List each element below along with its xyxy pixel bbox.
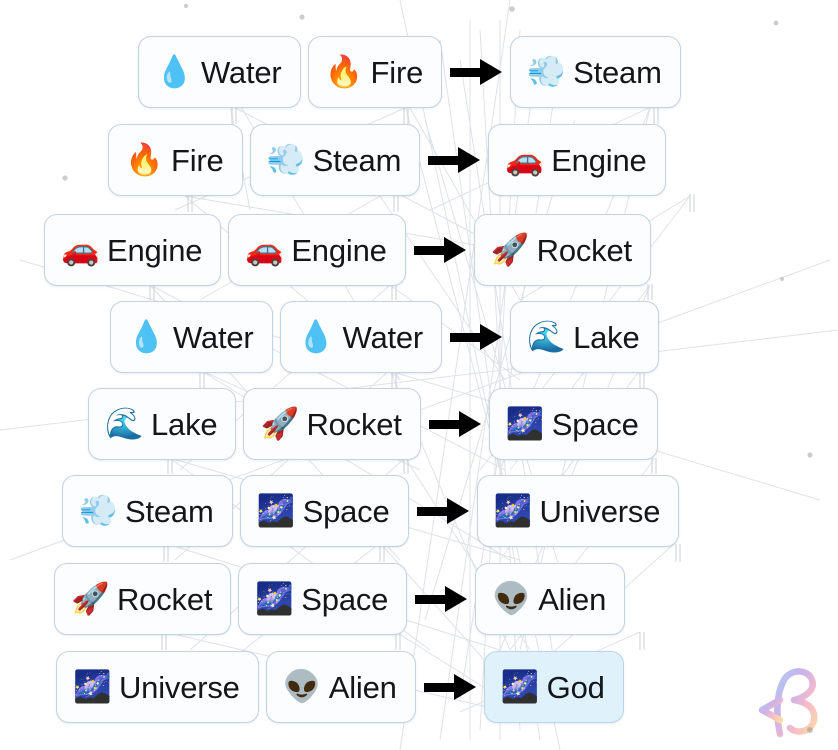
card-label: Space xyxy=(301,581,389,617)
ingredient-card[interactable]: 🚀 Rocket xyxy=(54,563,232,635)
yields-arrow xyxy=(406,237,474,263)
yields-arrow xyxy=(409,498,477,524)
result-card[interactable]: 🌊 Lake xyxy=(510,301,659,373)
alien-head-icon: 👽 xyxy=(492,580,531,617)
ingredient-card[interactable]: 🚗 Engine xyxy=(44,214,222,286)
arrow-right-icon xyxy=(450,59,503,85)
ingredient-card[interactable]: 💨 Steam xyxy=(62,475,233,547)
car-engine-icon: 🚗 xyxy=(245,231,284,268)
card-label: Engine xyxy=(291,232,387,268)
recipe-row: 🔥 Fire 💨 Steam 🚗 Engine xyxy=(108,122,666,198)
galaxy-space-icon: 🌌 xyxy=(500,668,540,705)
ingredient-card[interactable]: 🌌 Space xyxy=(238,563,408,635)
card-label: Lake xyxy=(151,406,218,442)
rocket-icon: 🚀 xyxy=(490,231,530,268)
wave-lake-icon: 🌊 xyxy=(527,318,566,355)
ingredient-card[interactable]: 💧 Water xyxy=(279,301,443,373)
galaxy-space-icon: 🌌 xyxy=(256,492,296,529)
card-label: Fire xyxy=(171,142,224,178)
card-label: Alien xyxy=(538,581,607,617)
ingredient-card[interactable]: 🚀 Rocket xyxy=(243,388,421,460)
recipe-row: 💧 Water 🔥 Fire 💨 Steam xyxy=(138,34,681,110)
card-label: God xyxy=(546,669,605,705)
result-card[interactable]: 💨 Steam xyxy=(510,36,681,108)
arrow-right-icon xyxy=(423,674,476,700)
water-drop-icon: 💧 xyxy=(155,53,194,90)
result-card[interactable]: 🚀 Rocket xyxy=(473,214,651,286)
recipe-row: 💨 Steam 🌌 Space 🌌 Universe xyxy=(62,473,680,549)
card-label: Water xyxy=(173,319,254,355)
steam-puff-icon: 💨 xyxy=(266,141,306,178)
wave-lake-icon: 🌊 xyxy=(105,405,144,442)
yields-arrow xyxy=(416,674,484,700)
alien-head-icon: 👽 xyxy=(282,668,322,705)
car-engine-icon: 🚗 xyxy=(505,141,544,178)
fire-icon: 🔥 xyxy=(324,53,364,90)
galaxy-space-icon: 🌌 xyxy=(505,405,545,442)
ingredient-card[interactable]: 💨 Steam xyxy=(249,124,421,196)
ingredient-card[interactable]: 💧 Water xyxy=(110,301,273,373)
arrow-right-icon xyxy=(428,411,481,437)
card-label: Engine xyxy=(107,232,203,268)
card-label: Universe xyxy=(119,669,240,705)
yields-arrow xyxy=(407,586,475,612)
card-label: Fire xyxy=(370,54,424,90)
ingredient-card[interactable]: 🔥 Fire xyxy=(108,124,243,196)
card-label: Steam xyxy=(125,493,214,529)
ingredient-card[interactable]: 💧 Water xyxy=(138,36,301,108)
card-label: Universe xyxy=(539,493,661,529)
galaxy-space-icon: 🌌 xyxy=(255,580,294,617)
card-label: Alien xyxy=(328,669,397,705)
card-label: Engine xyxy=(551,142,647,178)
ingredient-card[interactable]: 🌌 Universe xyxy=(56,651,259,723)
yields-arrow xyxy=(442,59,510,85)
yields-arrow xyxy=(421,411,489,437)
car-engine-icon: 🚗 xyxy=(61,231,100,268)
ingredient-card[interactable]: 🌊 Lake xyxy=(88,388,237,460)
pastel-b-logo xyxy=(758,668,818,738)
arrow-right-icon xyxy=(450,324,503,350)
card-label: Steam xyxy=(573,54,662,90)
recipe-row: 🌌 Universe 👽 Alien 🌌 God xyxy=(56,649,624,725)
result-card[interactable]: 🚗 Engine xyxy=(488,124,666,196)
card-label: Rocket xyxy=(306,406,402,442)
result-card[interactable]: 🌌 Universe xyxy=(476,475,680,547)
card-label: Space xyxy=(551,406,639,442)
card-label: Rocket xyxy=(117,581,213,617)
recipe-row: 🚀 Rocket 🌌 Space 👽 Alien xyxy=(54,561,626,637)
result-card[interactable]: 👽 Alien xyxy=(475,563,626,635)
water-drop-icon: 💧 xyxy=(296,318,336,355)
recipe-row: 💧 Water 💧 Water 🌊 Lake xyxy=(110,299,659,375)
result-card[interactable]: 🌌 Space xyxy=(488,388,658,460)
yields-arrow xyxy=(420,147,488,173)
water-drop-icon: 💧 xyxy=(127,318,166,355)
arrow-right-icon xyxy=(416,498,469,524)
fire-icon: 🔥 xyxy=(125,141,164,178)
ingredient-card[interactable]: 🚗 Engine xyxy=(228,214,406,286)
steam-puff-icon: 💨 xyxy=(79,492,118,529)
ingredient-card[interactable]: 🔥 Fire xyxy=(307,36,443,108)
ingredient-card[interactable]: 👽 Alien xyxy=(265,651,416,723)
yields-arrow xyxy=(442,324,510,350)
card-label: Steam xyxy=(312,142,402,178)
recipe-row: 🚗 Engine 🚗 Engine 🚀 Rocket xyxy=(44,212,651,288)
rocket-icon: 🚀 xyxy=(260,405,300,442)
result-card-highlighted[interactable]: 🌌 God xyxy=(483,651,624,723)
arrow-right-icon xyxy=(428,147,481,173)
card-label: Rocket xyxy=(536,232,632,268)
recipe-row: 🌊 Lake 🚀 Rocket 🌌 Space xyxy=(88,386,658,462)
steam-puff-icon: 💨 xyxy=(527,53,566,90)
recipe-tree-board: 💧 Water 🔥 Fire 💨 Steam 🔥 Fire 💨 Steam 🚗 … xyxy=(0,0,838,750)
ingredient-card[interactable]: 🌌 Space xyxy=(239,475,409,547)
arrow-right-icon xyxy=(415,586,468,612)
galaxy-space-icon: 🌌 xyxy=(73,668,112,705)
card-label: Water xyxy=(201,54,282,90)
card-label: Water xyxy=(342,319,424,355)
card-label: Space xyxy=(302,493,390,529)
rocket-icon: 🚀 xyxy=(71,580,110,617)
card-label: Lake xyxy=(573,319,640,355)
galaxy-space-icon: 🌌 xyxy=(493,492,533,529)
arrow-right-icon xyxy=(413,237,466,263)
